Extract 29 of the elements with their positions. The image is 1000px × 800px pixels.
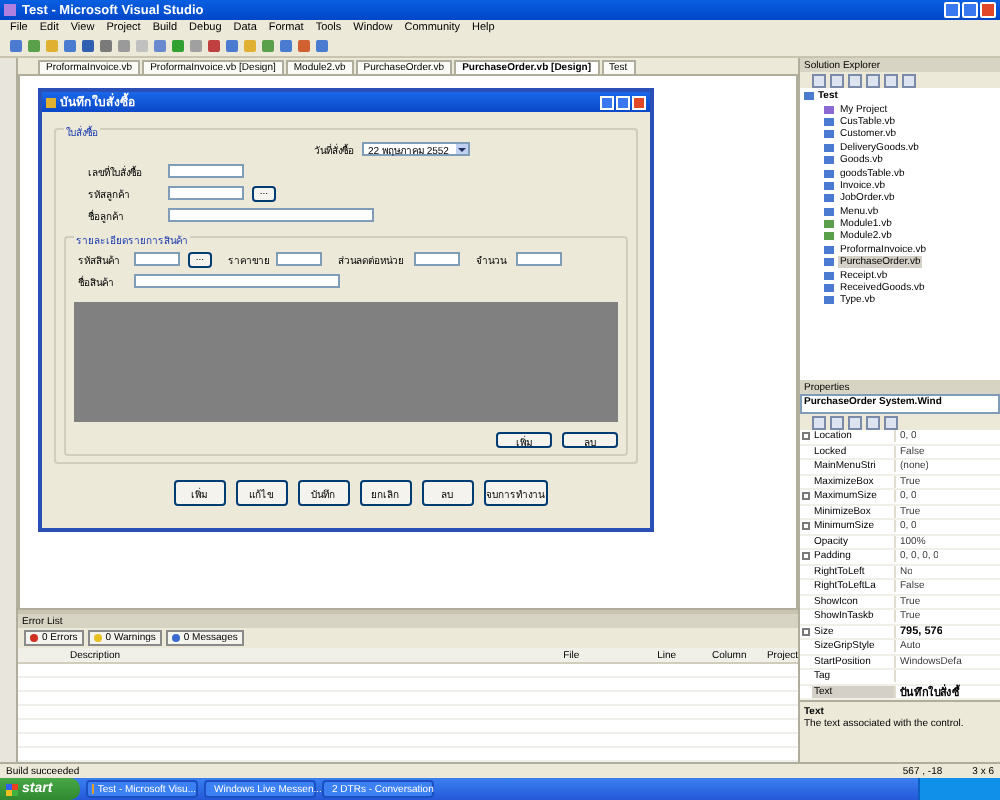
text-field[interactable] [414, 252, 460, 266]
expand-icon[interactable] [802, 492, 810, 501]
text-field[interactable] [168, 208, 374, 222]
text-field[interactable] [516, 252, 562, 266]
expand-icon[interactable] [802, 552, 810, 561]
text-field[interactable] [276, 252, 322, 266]
maximize-button[interactable] [616, 95, 630, 109]
windows-flag-icon [6, 783, 18, 795]
minimize-button[interactable] [944, 2, 960, 18]
text-field[interactable] [168, 164, 244, 178]
dropdown-icon [456, 144, 468, 154]
minimize-button[interactable] [600, 95, 614, 109]
app-icon [4, 4, 16, 16]
system-tray [918, 778, 1000, 800]
status-icon [93, 634, 102, 642]
expand-icon[interactable] [802, 432, 810, 441]
text-field[interactable] [134, 274, 340, 288]
expand-icon[interactable] [802, 627, 810, 636]
close-button[interactable] [980, 2, 996, 18]
status-icon [30, 634, 38, 642]
text-field[interactable] [168, 186, 244, 200]
close-button[interactable] [632, 95, 646, 109]
maximize-button[interactable] [962, 2, 978, 18]
status-icon [171, 634, 180, 642]
expand-icon[interactable] [802, 522, 810, 531]
toolbox-strip[interactable] [0, 58, 18, 762]
form-icon [46, 97, 56, 107]
text-field[interactable] [134, 252, 180, 266]
solution-icon [804, 92, 814, 101]
